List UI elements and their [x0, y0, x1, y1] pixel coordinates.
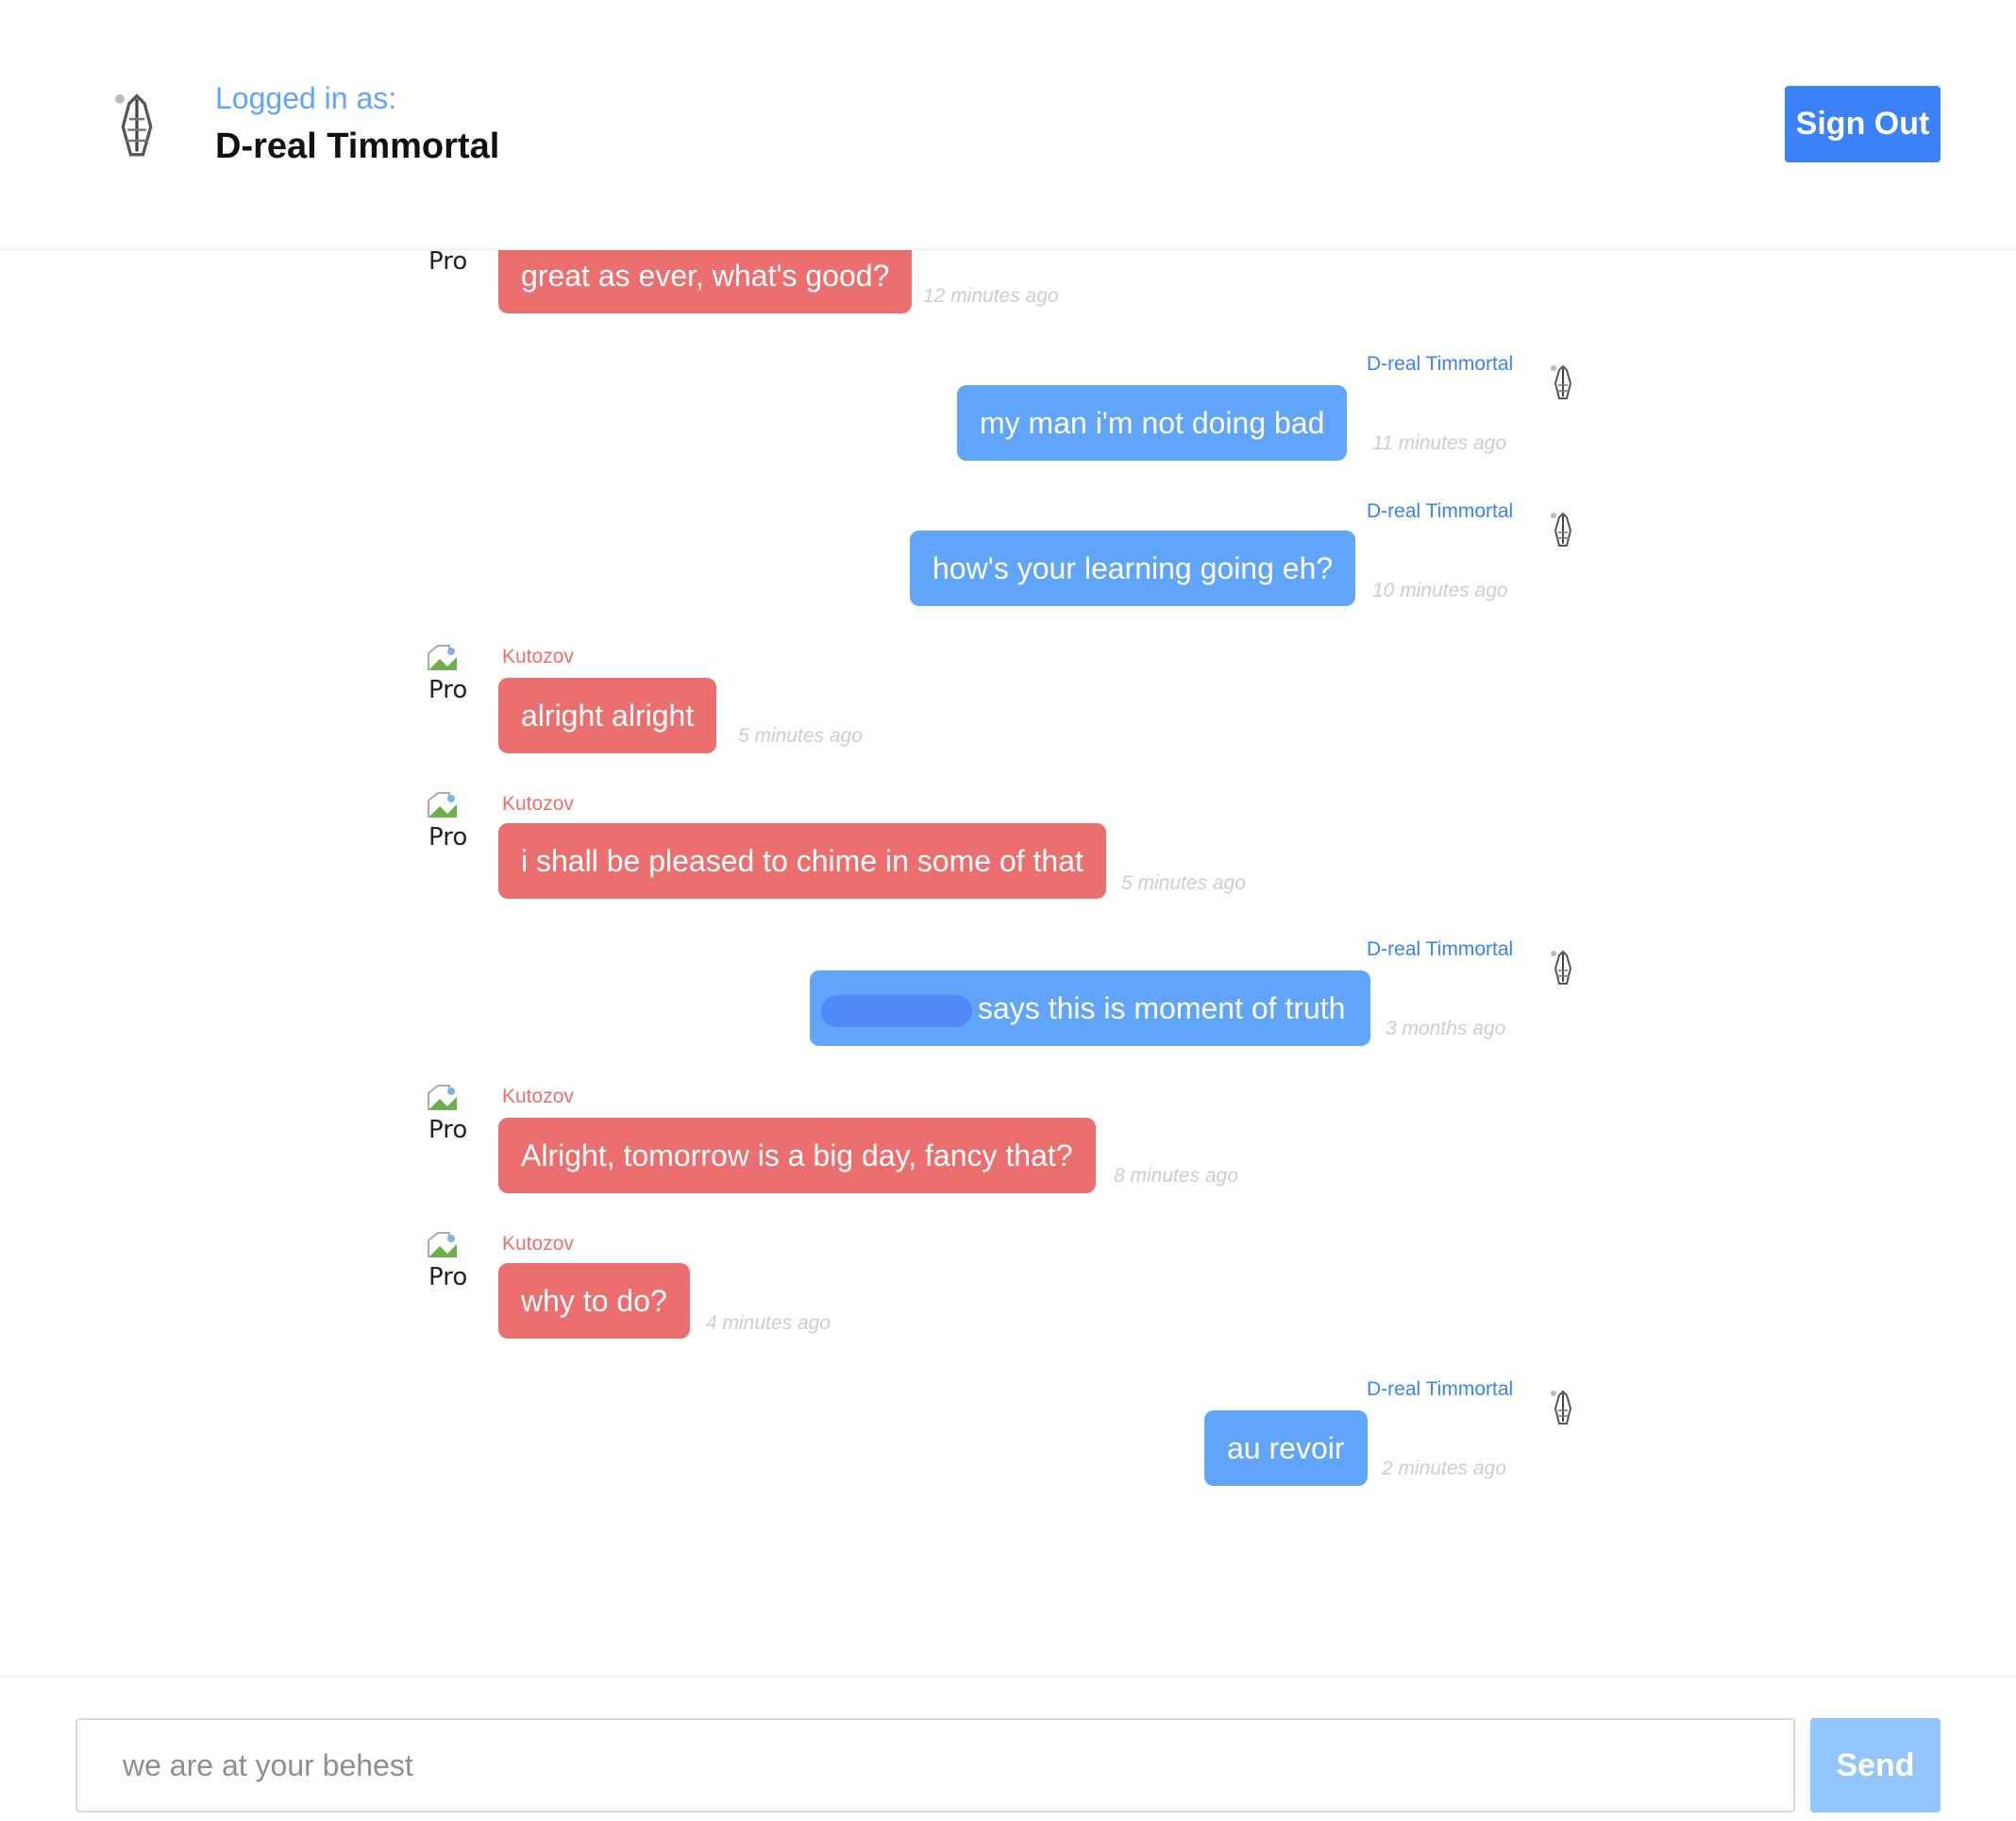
logged-in-label: Logged in as:: [215, 81, 397, 115]
message-composer: Send: [0, 1676, 2016, 1821]
message-timestamp: 8 minutes ago: [1114, 1165, 1238, 1187]
message-bubble: Alright, tomorrow is a big day, fancy th…: [498, 1118, 1096, 1193]
message-sender: D-real Timmortal: [1367, 1378, 1514, 1400]
praying-hands-icon: [1551, 364, 1572, 399]
message-timestamp: 4 minutes ago: [706, 1312, 831, 1334]
message-input[interactable]: [76, 1718, 1795, 1813]
message-timestamp: 3 months ago: [1386, 1018, 1506, 1039]
message-bubble: i shall be pleased to chime in some of t…: [498, 823, 1106, 899]
sign-out-button[interactable]: Sign Out: [1785, 86, 1940, 162]
message-timestamp: 10 minutes ago: [1372, 580, 1508, 601]
message-bubble: how's your learning going eh?: [910, 531, 1356, 606]
contact-avatar-icon: Pro: [427, 791, 483, 848]
message-bubble: au revoir: [1204, 1410, 1368, 1486]
message-bubble: why to do?: [498, 1263, 690, 1339]
message-sender: Kutozov: [502, 1086, 574, 1107]
contact-avatar-icon: Pro: [427, 1084, 483, 1140]
app-header: Logged in as: D-real Timmortal Sign Out: [0, 0, 2016, 250]
send-button[interactable]: Send: [1810, 1718, 1940, 1813]
message-sender: D-real Timmortal: [1367, 938, 1514, 960]
redaction-scribble: [821, 995, 972, 1027]
praying-hands-icon: [1551, 1390, 1572, 1425]
chat-page: Pro great as ever, what's good? 12 minut…: [0, 0, 2016, 1821]
message-bubble: alright alright: [498, 678, 717, 753]
message-sender: Kutozov: [502, 1233, 574, 1255]
message-sender: Kutozov: [502, 646, 574, 667]
message-sender: D-real Timmortal: [1367, 353, 1514, 375]
message-bubble: my man i'm not doing bad: [957, 385, 1348, 461]
message-timestamp: 5 minutes ago: [1121, 872, 1246, 894]
message-timestamp: 2 minutes ago: [1382, 1458, 1506, 1479]
message-timestamp: 11 minutes ago: [1372, 432, 1507, 454]
praying-hands-icon: [1551, 950, 1572, 985]
praying-hands-icon: [115, 93, 153, 157]
message-timestamp: 5 minutes ago: [738, 725, 863, 747]
contact-avatar-icon: Pro: [427, 1231, 483, 1288]
praying-hands-icon: [1551, 512, 1572, 547]
message-sender: Kutozov: [502, 793, 574, 815]
current-username: D-real Timmortal: [215, 126, 500, 166]
message-timestamp: 12 minutes ago: [923, 285, 1059, 307]
message-list[interactable]: Pro great as ever, what's good? 12 minut…: [0, 0, 2016, 1676]
contact-avatar-icon: Pro: [427, 644, 483, 700]
message-sender: D-real Timmortal: [1367, 500, 1514, 522]
